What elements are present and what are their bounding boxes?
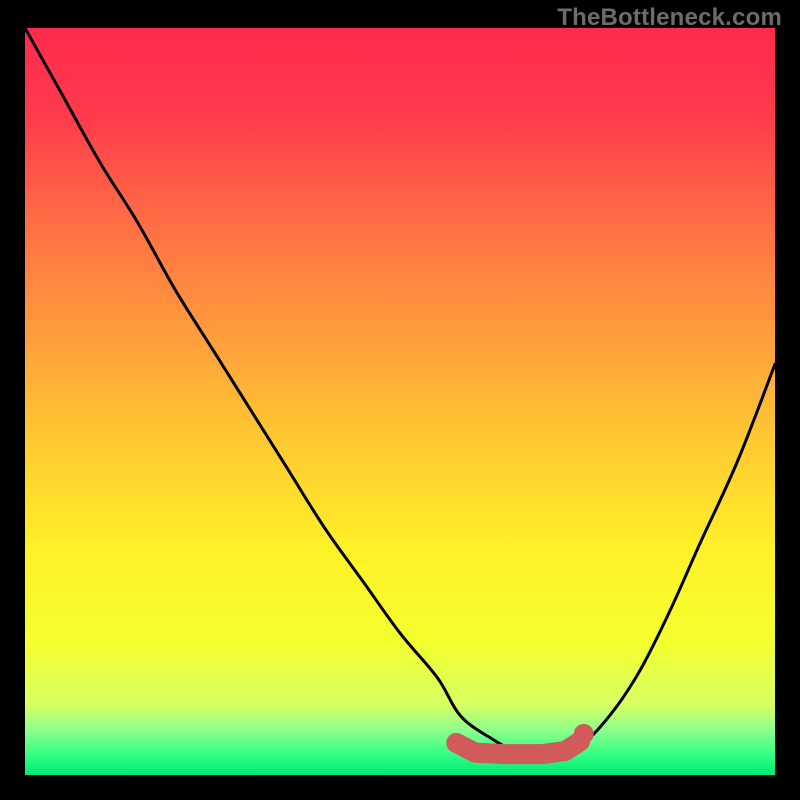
- bottleneck-chart: [25, 28, 775, 775]
- gradient-background: [25, 28, 775, 775]
- plot-area: [25, 28, 775, 775]
- chart-container: TheBottleneck.com: [0, 0, 800, 800]
- watermark-text: TheBottleneck.com: [557, 4, 782, 32]
- optimal-range-end-dot: [574, 724, 594, 744]
